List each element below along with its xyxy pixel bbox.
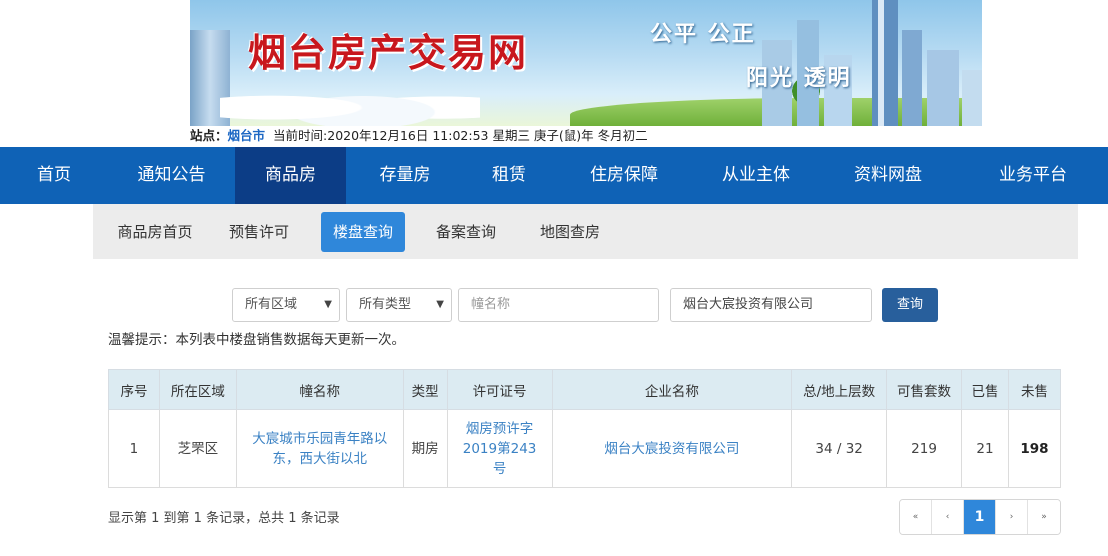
cell-region: 芝罘区 (158, 409, 237, 488)
header-available: 可售套数 (886, 369, 963, 410)
nav-data-drive[interactable]: 资料网盘 (818, 147, 958, 204)
cell-available: 219 (886, 409, 963, 488)
subnav-filing-search[interactable]: 备案查询 (421, 212, 511, 252)
cell-type: 期房 (402, 409, 448, 488)
last-page-button[interactable]: » (1028, 500, 1060, 534)
station-label: 站点： (190, 128, 228, 143)
prev-page-button[interactable]: ‹ (932, 500, 964, 534)
type-select-value: 所有类型 (359, 297, 412, 312)
subnav-presale-permit[interactable]: 预售许可 (217, 212, 301, 252)
sub-nav: 商品房首页 预售许可 楼盘查询 备案查询 地图查房 (93, 204, 1078, 259)
header-type: 类型 (402, 369, 448, 410)
nav-housing-security[interactable]: 住房保障 (554, 147, 694, 204)
chevron-down-icon: ▼ (436, 299, 444, 310)
table-header-row: 序号 所在区域 幢名称 类型 许可证号 企业名称 总/地上层数 可售套数 已售 … (108, 369, 1062, 410)
nav-practitioners[interactable]: 从业主体 (694, 147, 818, 204)
cell-unsold: 198 (1007, 409, 1062, 488)
header-company: 企业名称 (551, 369, 793, 410)
header-permit: 许可证号 (446, 369, 553, 410)
search-button[interactable]: 查询 (882, 288, 938, 322)
site-title: 烟台房产交易网 (248, 30, 529, 75)
header-unsold: 未售 (1007, 369, 1062, 410)
building-link[interactable]: 大宸城市乐园青年路以东，西大街以北 (235, 409, 404, 488)
permit-link[interactable]: 烟房预许字2019第243号 (446, 409, 553, 488)
city-link[interactable]: 烟台市 (228, 128, 266, 143)
header-building: 幢名称 (235, 369, 404, 410)
company-link[interactable]: 烟台大宸投资有限公司 (551, 409, 793, 488)
region-select[interactable]: 所有区域 ▼ (232, 288, 340, 322)
current-time: 当前时间:2020年12月16日 11:02:53 星期三 庚子(鼠)年 冬月初… (273, 128, 648, 143)
first-page-button[interactable]: « (900, 500, 932, 534)
header-region: 所在区域 (158, 369, 237, 410)
clouds-graphic (220, 80, 480, 126)
region-select-value: 所有区域 (245, 297, 298, 312)
nav-home[interactable]: 首页 (0, 147, 108, 204)
page-1-button[interactable]: 1 (964, 500, 996, 534)
slogan-transparent: 阳光 透明 (746, 66, 852, 91)
main-nav: 首页 通知公告 商品房 存量房 租赁 住房保障 从业主体 资料网盘 业务平台 (0, 147, 1108, 204)
table-row: 1 芝罘区 大宸城市乐园青年路以东，西大街以北 期房 烟房预许字2019第243… (108, 409, 1062, 488)
cell-no: 1 (108, 409, 160, 488)
subnav-new-homes-index[interactable]: 商品房首页 (99, 212, 211, 252)
subnav-property-search[interactable]: 楼盘查询 (321, 212, 405, 252)
cell-sold: 21 (961, 409, 1009, 488)
site-info-bar: 站点：烟台市 当前时间:2020年12月16日 11:02:53 星期三 庚子(鼠… (190, 126, 982, 146)
building-name-input[interactable]: 幢名称 (458, 288, 659, 322)
header-no: 序号 (108, 369, 160, 410)
records-summary: 显示第 1 到第 1 条记录，总共 1 条记录 (108, 511, 340, 526)
cell-floors: 34 / 32 (791, 409, 888, 488)
nav-rental[interactable]: 租赁 (464, 147, 554, 204)
nav-new-homes[interactable]: 商品房 (235, 147, 346, 204)
nav-business-platform[interactable]: 业务平台 (958, 147, 1108, 204)
nav-notices[interactable]: 通知公告 (108, 147, 235, 204)
company-name-input[interactable]: 烟台大宸投资有限公司 (670, 288, 872, 322)
header-floors: 总/地上层数 (791, 369, 888, 410)
nav-resale-homes[interactable]: 存量房 (346, 147, 464, 204)
site-banner: 烟台房产交易网 公平 公正 阳光 透明 (190, 0, 982, 126)
property-table: 序号 所在区域 幢名称 类型 许可证号 企业名称 总/地上层数 可售套数 已售 … (108, 369, 1062, 488)
header-sold: 已售 (961, 369, 1009, 410)
pagination: « ‹ 1 › » (899, 499, 1061, 535)
type-select[interactable]: 所有类型 ▼ (346, 288, 452, 322)
sales-data-notice: 温馨提示：本列表中楼盘销售数据每天更新一次。 (108, 332, 405, 348)
next-page-button[interactable]: › (996, 500, 1028, 534)
subnav-map-search[interactable]: 地图查房 (525, 212, 615, 252)
chevron-down-icon: ▼ (324, 299, 332, 310)
slogan-fair: 公平 公正 (650, 22, 756, 47)
